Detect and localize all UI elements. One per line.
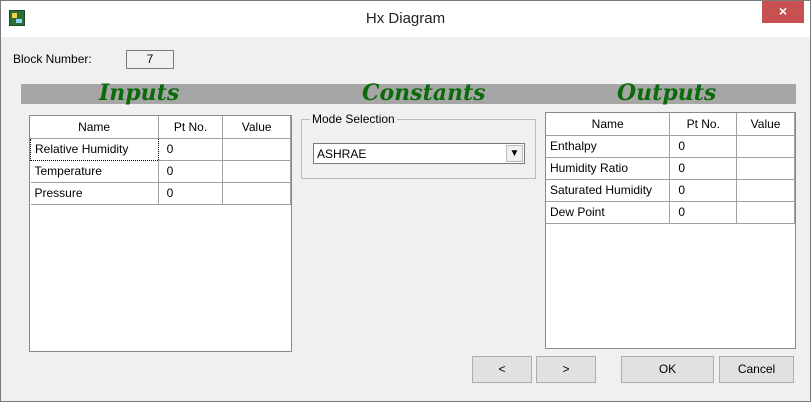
block-number-label: Block Number: [13, 52, 92, 66]
input-name-cell[interactable]: Pressure [30, 182, 159, 205]
mode-selection-value: ASHRAE [317, 147, 367, 161]
input-name-cell[interactable]: Relative Humidity [30, 137, 159, 161]
table-row[interactable]: Humidity Ratio 0 [546, 157, 795, 180]
output-name-cell[interactable]: Saturated Humidity [546, 179, 671, 202]
previous-button[interactable]: < [472, 356, 532, 383]
outputs-col-name[interactable]: Name [546, 113, 671, 136]
window-title: Hx Diagram [365, 10, 446, 27]
inputs-col-value[interactable]: Value [222, 116, 291, 139]
output-value-cell[interactable] [736, 179, 795, 202]
mode-selection-label: Mode Selection [310, 112, 397, 126]
table-row[interactable]: Enthalpy 0 [546, 135, 795, 158]
output-name-cell[interactable]: Enthalpy [546, 135, 671, 158]
outputs-grid[interactable]: Name Pt No. Value Enthalpy 0 Humidity Ra… [545, 112, 796, 349]
next-button[interactable]: > [536, 356, 596, 383]
output-value-cell[interactable] [736, 201, 795, 224]
block-number-field[interactable]: 7 [126, 50, 174, 69]
outputs-col-pt[interactable]: Pt No. [669, 113, 738, 136]
output-pt-cell[interactable]: 0 [669, 201, 738, 224]
input-value-cell[interactable] [222, 160, 291, 183]
chevron-down-icon[interactable]: ▼ [506, 145, 523, 162]
close-button[interactable]: × [762, 1, 804, 23]
input-value-cell[interactable] [222, 138, 291, 161]
output-pt-cell[interactable]: 0 [669, 135, 738, 158]
input-pt-cell[interactable]: 0 [158, 138, 224, 161]
inputs-grid[interactable]: Name Pt No. Value Relative Humidity 0 Te… [29, 115, 292, 352]
title-bar[interactable]: Hx Diagram × [1, 1, 810, 37]
output-pt-cell[interactable]: 0 [669, 179, 738, 202]
table-row[interactable]: Pressure 0 [30, 182, 291, 205]
outputs-col-value[interactable]: Value [736, 113, 795, 136]
input-value-cell[interactable] [222, 182, 291, 205]
inputs-heading: Inputs [99, 80, 180, 106]
output-name-cell[interactable]: Humidity Ratio [546, 157, 671, 180]
table-row[interactable]: Temperature 0 [30, 160, 291, 183]
cancel-button[interactable]: Cancel [719, 356, 794, 383]
mode-selection-group: Mode Selection ASHRAE ▼ [301, 112, 536, 179]
input-name-cell[interactable]: Temperature [30, 160, 159, 183]
ok-button[interactable]: OK [621, 356, 714, 383]
dialog-window: Hx Diagram × Block Number: 7 Inputs Cons… [0, 0, 811, 402]
constants-heading: Constants [362, 80, 486, 106]
output-value-cell[interactable] [736, 135, 795, 158]
table-row[interactable]: Saturated Humidity 0 [546, 179, 795, 202]
output-pt-cell[interactable]: 0 [669, 157, 738, 180]
input-pt-cell[interactable]: 0 [158, 182, 224, 205]
inputs-col-pt[interactable]: Pt No. [158, 116, 224, 139]
table-row[interactable]: Dew Point 0 [546, 201, 795, 224]
table-row[interactable]: Relative Humidity 0 [30, 137, 291, 161]
input-pt-cell[interactable]: 0 [158, 160, 224, 183]
output-name-cell[interactable]: Dew Point [546, 201, 671, 224]
dialog-body: Block Number: 7 Inputs Constants Outputs… [9, 41, 802, 396]
output-value-cell[interactable] [736, 157, 795, 180]
outputs-heading: Outputs [617, 80, 717, 106]
mode-selection-dropdown[interactable]: ASHRAE ▼ [313, 143, 525, 164]
inputs-col-name[interactable]: Name [30, 116, 159, 139]
